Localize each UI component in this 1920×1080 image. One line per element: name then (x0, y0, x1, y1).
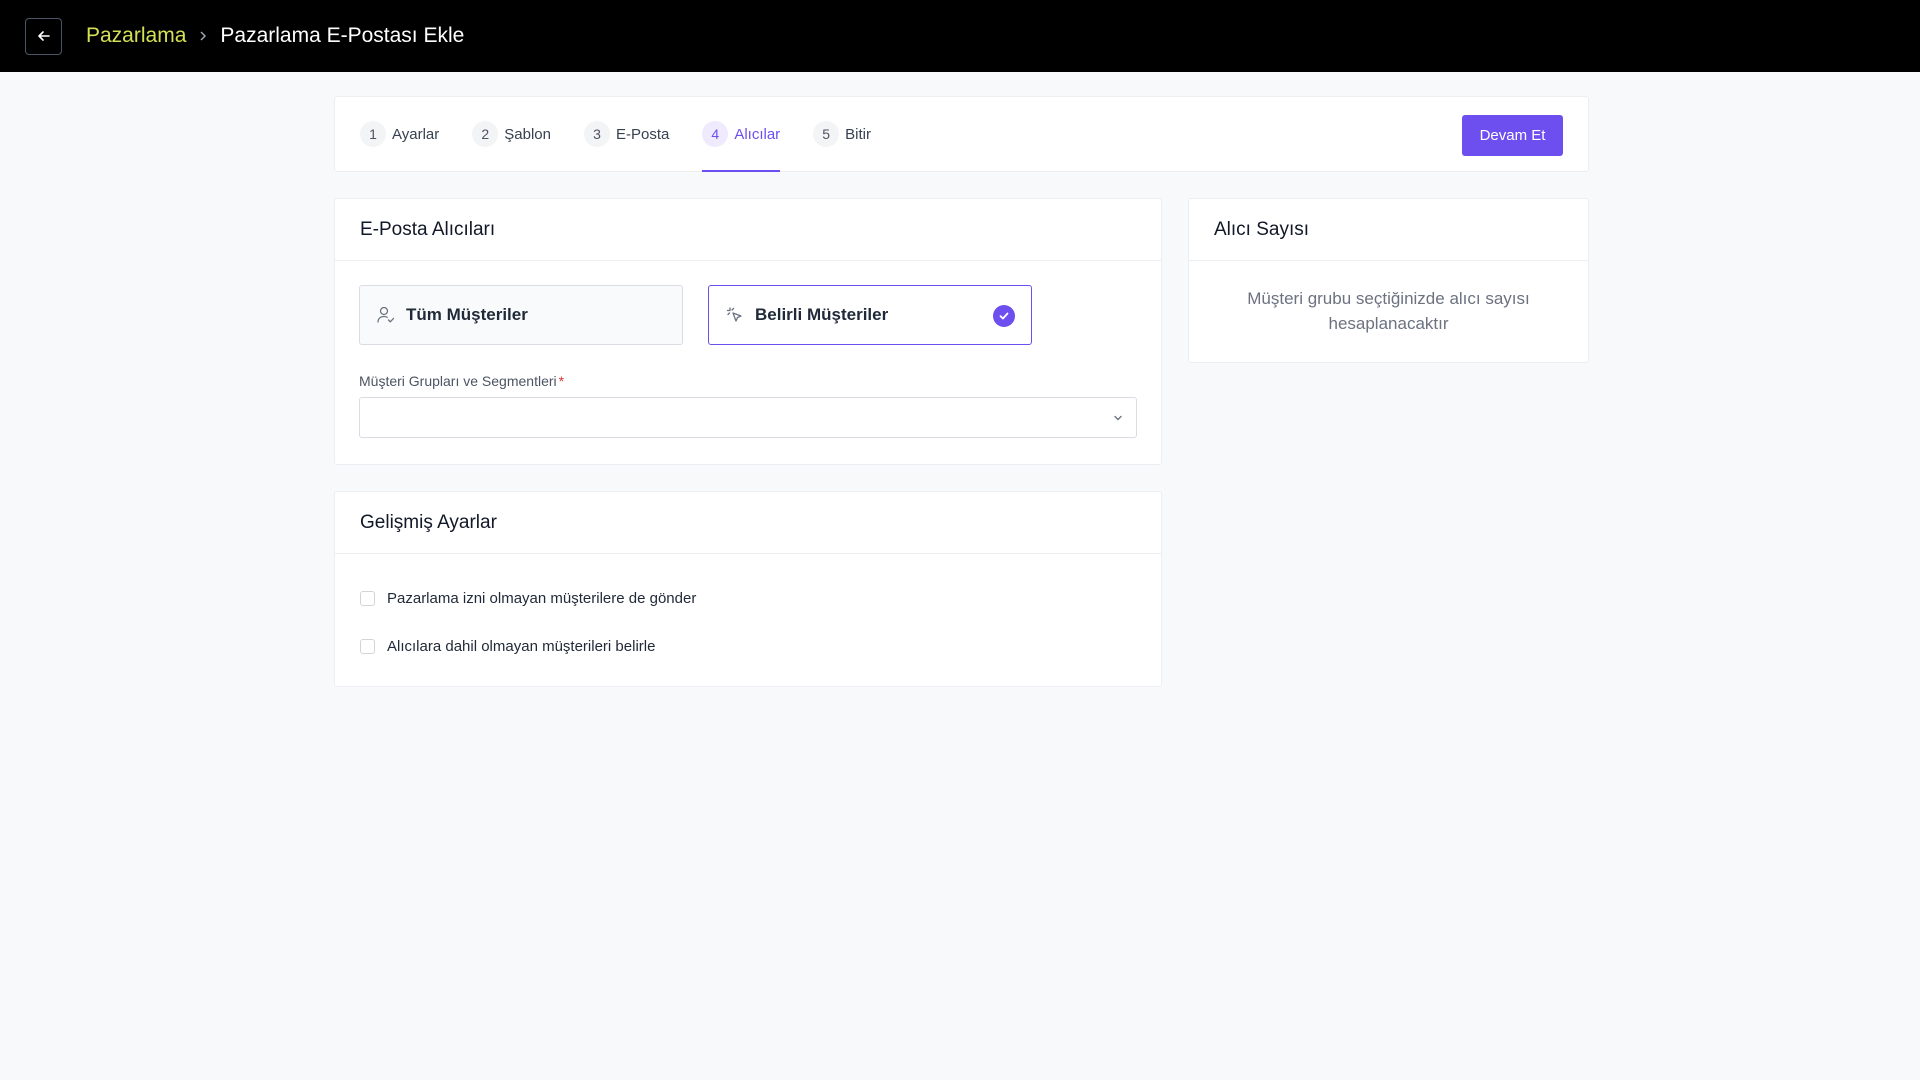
customer-groups-select[interactable] (359, 397, 1137, 438)
option-label: Belirli Müşteriler (755, 305, 889, 324)
breadcrumb-root-link[interactable]: Pazarlama (86, 24, 186, 48)
step-label: Alıcılar (734, 125, 781, 143)
step-label: Şablon (504, 125, 551, 143)
chevron-down-icon (1112, 411, 1124, 429)
chevron-right-icon (198, 30, 208, 42)
recipients-card: E-Posta Alıcıları Tüm Müşteriler Belirli… (334, 198, 1162, 465)
step-label: Ayarlar (392, 125, 440, 143)
send-without-consent-row: Pazarlama izni olmayan müşterilere de gö… (360, 588, 1136, 608)
recipient-count-title: Alıcı Sayısı (1189, 199, 1588, 261)
required-marker: * (558, 373, 565, 389)
customer-groups-label: Müşteri Grupları ve Segmentleri * (359, 373, 565, 389)
wizard-stepper: 1 Ayarlar 2 Şablon 3 E-Posta 4 Alıcılar … (334, 96, 1589, 172)
advanced-settings-card: Gelişmiş Ayarlar Pazarlama izni olmayan … (334, 491, 1162, 687)
step-settings[interactable]: 1 Ayarlar (360, 97, 439, 171)
top-bar: Pazarlama Pazarlama E-Postası Ekle (0, 0, 1920, 72)
step-number: 5 (813, 121, 840, 147)
user-check-icon (376, 304, 398, 326)
step-number: 2 (472, 121, 499, 147)
step-template[interactable]: 2 Şablon (472, 97, 551, 171)
exclude-customers-row: Alıcılara dahil olmayan müşterileri beli… (360, 636, 1136, 656)
step-number: 4 (702, 121, 729, 147)
sparkle-pointer-icon (725, 304, 747, 326)
exclude-customers-checkbox[interactable] (360, 638, 375, 654)
recipient-count-message: Müşteri grubu seçtiğinizde alıcı sayısı … (1247, 289, 1530, 333)
step-email[interactable]: 3 E-Posta (583, 97, 670, 171)
page-title: Pazarlama E-Postası Ekle (220, 24, 465, 47)
option-label: Tüm Müşteriler (406, 305, 528, 324)
step-finish[interactable]: 5 Bitir (813, 97, 871, 171)
recipients-card-title: E-Posta Alıcıları (335, 199, 1161, 261)
step-number: 1 (360, 121, 386, 147)
step-label: Bitir (845, 125, 872, 143)
checkbox-label: Alıcılara dahil olmayan müşterileri beli… (387, 637, 656, 655)
advanced-settings-title: Gelişmiş Ayarlar (335, 492, 1161, 554)
continue-button[interactable]: Devam Et (1462, 115, 1563, 156)
specific-customers-option[interactable]: Belirli Müşteriler (708, 285, 1032, 345)
step-number: 3 (583, 121, 610, 147)
back-button[interactable] (25, 17, 62, 55)
send-without-consent-checkbox[interactable] (360, 590, 375, 606)
step-recipients[interactable]: 4 Alıcılar (702, 97, 781, 172)
recipient-count-card: Alıcı Sayısı Müşteri grubu seçtiğinizde … (1188, 198, 1589, 363)
checkbox-label: Pazarlama izni olmayan müşterilere de gö… (387, 589, 697, 607)
arrow-left-icon (37, 31, 50, 41)
step-label: E-Posta (615, 125, 670, 143)
main-content: 1 Ayarlar 2 Şablon 3 E-Posta 4 Alıcılar … (334, 96, 1589, 687)
check-circle-icon (993, 305, 1015, 327)
all-customers-option[interactable]: Tüm Müşteriler (359, 285, 683, 345)
